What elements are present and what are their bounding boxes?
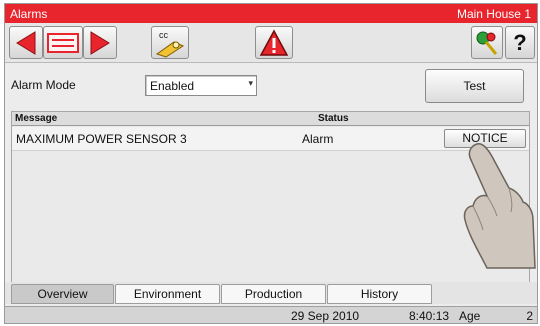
column-header-status: Status — [318, 113, 349, 124]
test-button[interactable]: Test — [425, 69, 524, 103]
alarm-mode-select[interactable]: Enabled ▾ — [145, 75, 257, 96]
login-key-icon — [476, 31, 498, 55]
help-icon: ? — [513, 29, 527, 55]
title-bar: Alarms Main House 1 — [5, 4, 537, 23]
table-row[interactable]: MAXIMUM POWER SENSOR 3 Alarm NOTICE — [12, 127, 529, 151]
warning-icon — [259, 28, 289, 56]
next-button[interactable] — [83, 26, 117, 59]
column-header-message: Message — [15, 113, 58, 124]
tab-history[interactable]: History — [327, 284, 432, 304]
alarm-mode-label: Alarm Mode — [11, 78, 76, 92]
cc-key-button[interactable]: cc — [151, 26, 189, 59]
help-button[interactable]: ? — [505, 26, 535, 59]
cc-label: cc — [159, 30, 169, 40]
alarm-list-button[interactable] — [43, 26, 83, 59]
status-time: 8:40:13 — [409, 309, 450, 323]
tab-overview[interactable]: Overview — [11, 284, 114, 304]
age-label: Age — [459, 309, 481, 323]
toolbar: cc ? — [5, 23, 537, 63]
pointing-hand-icon — [463, 142, 536, 269]
age-value: 2 — [526, 309, 533, 323]
alarm-mode-value: Enabled — [150, 79, 195, 93]
tab-bar: Overview Environment Production History — [5, 282, 537, 304]
login-key-button[interactable] — [471, 26, 503, 59]
house-name: Main House 1 — [456, 7, 531, 21]
table-header: Message Status — [12, 112, 529, 126]
cc-key-icon: cc — [155, 30, 185, 58]
alarm-table: Message Status MAXIMUM POWER SENSOR 3 Al… — [11, 111, 530, 283]
arrow-right-icon — [90, 30, 110, 55]
alarm-status: Alarm — [302, 132, 334, 146]
alarm-message: MAXIMUM POWER SENSOR 3 — [16, 132, 187, 146]
window-title: Alarms — [10, 7, 48, 21]
alarm-list-icon — [47, 32, 79, 53]
tab-environment[interactable]: Environment — [115, 284, 220, 304]
arrow-left-icon — [16, 30, 36, 55]
chevron-down-icon: ▾ — [248, 78, 253, 88]
warning-button[interactable] — [255, 26, 293, 59]
alarms-screen: Alarms Main House 1 cc ? Alarm Mode Enab… — [4, 3, 538, 324]
previous-button[interactable] — [9, 26, 43, 59]
status-date: 29 Sep 2010 — [291, 309, 360, 323]
status-bar: 29 Sep 2010 8:40:13 Age 2 — [5, 306, 537, 323]
tab-production[interactable]: Production — [221, 284, 326, 304]
